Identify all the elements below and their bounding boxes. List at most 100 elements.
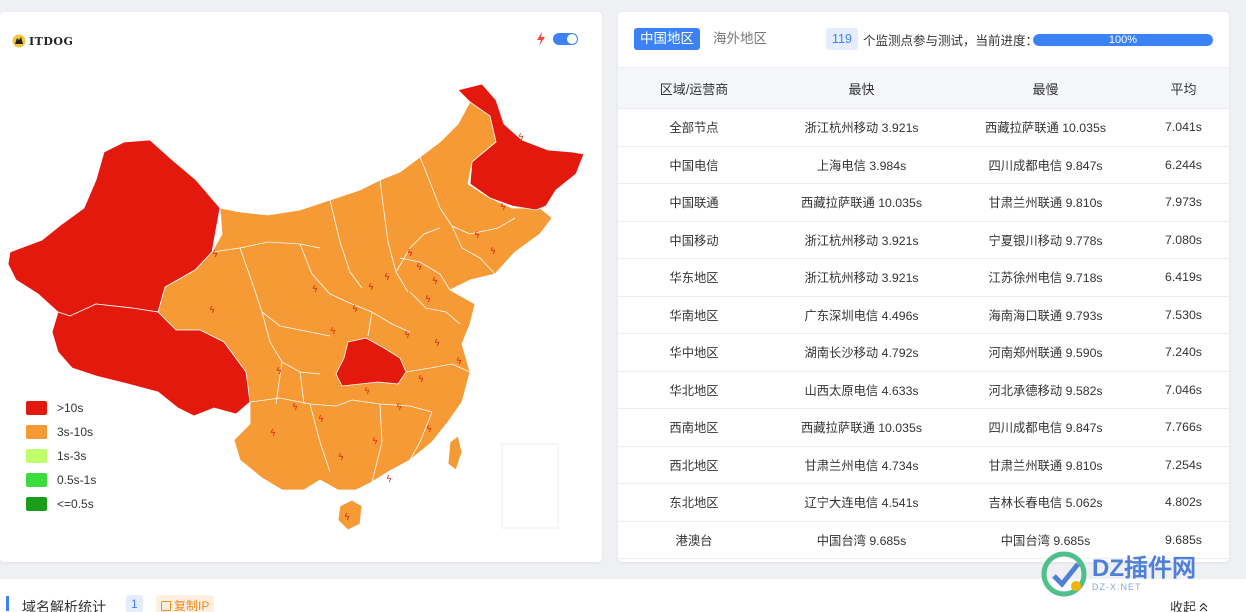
table-cell: 华中地区 xyxy=(669,346,719,361)
bolt-icon: ϟ xyxy=(518,133,524,143)
bolt-icon: ϟ xyxy=(426,425,432,435)
table-row: 全部节点 浙江杭州移动 3.921s 西藏拉萨联通 10.035s 7.041s xyxy=(618,109,1229,147)
bolt-icon: ϟ xyxy=(416,263,422,273)
table-cell: 广东深圳电信 4.496s xyxy=(804,308,919,323)
bolt-icon: ϟ xyxy=(344,513,350,523)
table-row: 华东地区 浙江杭州移动 3.921s 江苏徐州电信 9.718s 6.419s xyxy=(618,259,1229,297)
legend-label: 3s-10s xyxy=(57,425,94,439)
progress-bar: 100% xyxy=(1033,34,1213,46)
table-cell: 东北地区 xyxy=(669,496,719,511)
bolt-icon: ϟ xyxy=(312,285,318,295)
tab-overseas[interactable]: 海外地区 xyxy=(707,28,773,50)
watermark-sub: DZ-X.NET xyxy=(1092,582,1142,592)
table-cell: 四川成都电信 9.847s xyxy=(988,158,1103,173)
legend-item[interactable]: >10s xyxy=(26,396,96,420)
table-cell: 甘肃兰州电信 4.734s xyxy=(804,458,919,473)
legend-swatch xyxy=(26,497,47,511)
dns-count-badge: 1 xyxy=(126,595,143,612)
table-row: 中国电信 上海电信 3.984s 四川成都电信 9.847s 6.244s xyxy=(618,147,1229,184)
table-cell: 西藏拉萨联通 10.035s xyxy=(801,196,922,211)
bolt-icon: ϟ xyxy=(352,305,358,315)
legend-swatch xyxy=(26,449,47,463)
table-cell: 中国联通 xyxy=(669,196,719,211)
column-header: 平均 xyxy=(1170,81,1197,97)
legend-item[interactable]: 1s-3s xyxy=(26,444,96,468)
bolt-icon: ϟ xyxy=(404,331,410,341)
table-cell: 甘肃兰州联通 9.810s xyxy=(988,196,1103,211)
table-cell: 7.766s xyxy=(1165,420,1202,435)
bolt-icon: ϟ xyxy=(522,191,528,201)
chevron-up-icon xyxy=(1199,602,1208,611)
legend-swatch xyxy=(26,473,47,487)
table-cell: 西南地区 xyxy=(669,421,719,436)
table-cell: 四川成都电信 9.847s xyxy=(988,421,1103,436)
table-cell: 河南郑州联通 9.590s xyxy=(988,346,1103,361)
table-cell: 港澳台 xyxy=(675,533,713,548)
bolt-icon: ϟ xyxy=(368,283,374,293)
table-cell: 西藏拉萨联通 10.035s xyxy=(985,121,1106,136)
bolt-icon: ϟ xyxy=(354,357,360,367)
legend-label: >10s xyxy=(57,401,84,415)
marker-toggle[interactable] xyxy=(553,33,578,45)
copy-ip-label: 复制IP xyxy=(174,599,210,612)
section-accent-bar xyxy=(6,596,9,611)
table-row: 中国联通 西藏拉萨联通 10.035s 甘肃兰州联通 9.810s 7.973s xyxy=(618,184,1229,222)
table-row: 华南地区 广东深圳电信 4.496s 海南海口联通 9.793s 7.530s xyxy=(618,297,1229,334)
bolt-icon: ϟ xyxy=(456,357,462,367)
legend-label: <=0.5s xyxy=(57,497,94,511)
table-cell: 宁夏银川移动 9.778s xyxy=(988,233,1103,248)
logo-text: ITDOG xyxy=(29,34,74,48)
map-legend: >10s 3s-10s 1s-3s 0.5s-1s <=0.5s xyxy=(26,396,96,516)
table-cell: 6.244s xyxy=(1165,157,1202,172)
legend-item[interactable]: 0.5s-1s xyxy=(26,468,96,492)
bolt-icon: ϟ xyxy=(292,403,298,413)
table-cell: 西北地区 xyxy=(669,458,719,473)
bolt-icon: ϟ xyxy=(474,231,480,241)
copy-ip-button[interactable]: 复制IP xyxy=(156,595,215,612)
bolt-icon: ϟ xyxy=(318,415,324,425)
table-cell: 吉林长春电信 5.062s xyxy=(988,496,1103,511)
legend-item[interactable]: <=0.5s xyxy=(26,492,96,516)
column-header: 最快 xyxy=(848,81,875,97)
bolt-icon: ϟ xyxy=(396,403,402,413)
tab-china[interactable]: 中国地区 xyxy=(634,28,700,50)
flash-icon xyxy=(537,32,545,46)
copy-icon xyxy=(161,600,171,611)
legend-label: 0.5s-1s xyxy=(57,473,97,487)
table-row: 华中地区 湖南长沙移动 4.792s 河南郑州联通 9.590s 7.240s xyxy=(618,334,1229,372)
itdog-logo: ITDOG xyxy=(12,34,73,48)
table-cell: 湖南长沙移动 4.792s xyxy=(804,346,919,361)
bolt-icon: ϟ xyxy=(432,277,438,287)
table-cell: 6.419s xyxy=(1165,270,1202,285)
bolt-icon: ϟ xyxy=(212,250,218,260)
table-row: 东北地区 辽宁大连电信 4.541s 吉林长春电信 5.062s 4.802s xyxy=(618,484,1229,522)
region-tabs: 中国地区 海外地区 xyxy=(634,28,773,50)
probe-count-badge: 119 xyxy=(826,28,858,50)
table-row: 西南地区 西藏拉萨联通 10.035s 四川成都电信 9.847s 7.766s xyxy=(618,409,1229,447)
table-row: 华北地区 山西太原电信 4.633s 河北承德移动 9.582s 7.046s xyxy=(618,372,1229,409)
table-cell: 浙江杭州移动 3.921s xyxy=(804,271,919,286)
table-cell: 浙江杭州移动 3.921s xyxy=(804,233,919,248)
dog-icon xyxy=(12,34,26,48)
table-cell: 华南地区 xyxy=(669,308,719,323)
table-cell: 上海电信 3.984s xyxy=(816,158,907,173)
region-taiwan xyxy=(447,435,463,471)
table-cell: 中国电信 xyxy=(669,158,719,173)
bolt-icon: ϟ xyxy=(500,203,506,213)
legend-swatch xyxy=(26,425,47,439)
south-sea-inset xyxy=(501,443,559,529)
table-cell: 7.041s xyxy=(1165,120,1202,135)
table-cell: 中国台湾 9.685s xyxy=(816,533,907,548)
legend-swatch xyxy=(26,401,47,415)
table-cell: 7.254s xyxy=(1165,457,1202,472)
table-cell: 华北地区 xyxy=(669,383,719,398)
table-cell: 7.046s xyxy=(1165,382,1202,397)
column-header: 区域/运营商 xyxy=(659,81,729,97)
table-cell: 7.240s xyxy=(1165,345,1202,360)
bolt-icon: ϟ xyxy=(425,295,431,305)
table-cell: 海南海口联通 9.793s xyxy=(988,308,1103,323)
table-header: 区域/运营商 最快 最慢 平均 xyxy=(618,68,1229,109)
table-row: 西北地区 甘肃兰州电信 4.734s 甘肃兰州联通 9.810s 7.254s xyxy=(618,447,1229,484)
legend-item[interactable]: 3s-10s xyxy=(26,420,96,444)
bolt-icon: ϟ xyxy=(434,339,440,349)
